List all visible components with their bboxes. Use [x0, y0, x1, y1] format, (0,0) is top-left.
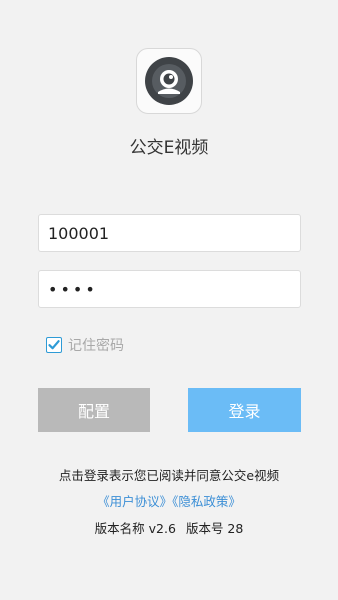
remember-checkbox[interactable]	[46, 337, 62, 353]
app-logo	[136, 48, 202, 114]
user-agreement-link[interactable]: 《用户协议》	[97, 494, 172, 509]
config-button[interactable]: 配置	[38, 388, 150, 432]
remember-password[interactable]: 记住密码	[46, 335, 124, 355]
checkmark-icon	[48, 340, 60, 350]
version-info: 版本名称 v2.6 版本号 28	[0, 518, 338, 537]
username-field[interactable]	[38, 214, 301, 252]
password-field[interactable]	[38, 270, 301, 308]
version-name: 版本名称 v2.6	[94, 521, 176, 536]
app-title: 公交E视频	[129, 138, 209, 158]
version-code: 版本号 28	[185, 521, 244, 536]
privacy-policy-link[interactable]: 《隐私政策》	[172, 494, 241, 509]
agreement-notice: 点击登录表示您已阅读并同意公交e视频	[58, 468, 280, 483]
password-input[interactable]	[39, 271, 300, 307]
login-screen: 公交E视频 记住密码 配置 登录 点击登录表示您已阅读并同意公交e视频 《用户协…	[0, 0, 338, 600]
webcam-icon	[145, 57, 193, 105]
remember-label: 记住密码	[68, 338, 124, 354]
username-input[interactable]	[39, 215, 300, 251]
login-button[interactable]: 登录	[188, 388, 301, 432]
policy-links: 《用户协议》《隐私政策》	[0, 491, 338, 510]
